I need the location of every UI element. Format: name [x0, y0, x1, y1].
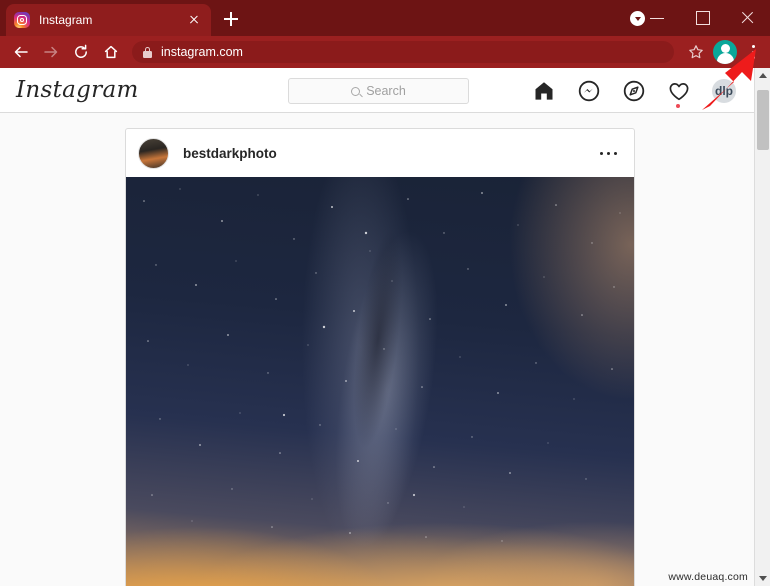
chrome-menu-icon[interactable] [740, 38, 766, 66]
scrollbar-thumb[interactable] [757, 90, 769, 150]
back-icon[interactable] [6, 37, 36, 67]
post-photo[interactable] [126, 177, 634, 586]
instagram-favicon-icon [14, 12, 30, 28]
activity-nav-icon[interactable] [667, 79, 691, 108]
new-tab-icon[interactable] [220, 8, 242, 30]
browser-toolbar: instagram.com [0, 36, 770, 68]
page-scrollbar[interactable] [754, 68, 770, 586]
address-bar[interactable]: instagram.com [132, 41, 674, 63]
home-nav-icon[interactable] [532, 79, 556, 103]
forward-icon[interactable] [36, 37, 66, 67]
search-icon [351, 86, 361, 96]
window-controls [635, 0, 770, 36]
instagram-logo[interactable]: Instagram [16, 77, 139, 103]
profile-nav-avatar[interactable]: dlp [712, 78, 736, 103]
explore-nav-icon[interactable] [622, 79, 646, 103]
starfield [143, 188, 621, 542]
watermark: www.deuaq.com [668, 571, 748, 583]
instagram-post: bestdarkphoto [125, 128, 635, 586]
close-tab-icon[interactable] [185, 11, 203, 29]
tab-strip: Instagram [0, 0, 770, 36]
instagram-nav: dlp [532, 68, 736, 113]
tabs-container: Instagram [0, 0, 600, 36]
close-window-icon[interactable] [725, 0, 770, 36]
minimize-window-icon[interactable] [635, 0, 680, 36]
scroll-up-arrow-icon[interactable] [755, 68, 770, 84]
scroll-down-arrow-icon[interactable] [755, 570, 770, 586]
post-username[interactable]: bestdarkphoto [183, 146, 277, 161]
post-more-options-icon[interactable] [596, 143, 622, 163]
lock-icon [142, 46, 152, 58]
post-author-avatar[interactable] [138, 137, 169, 169]
home-icon[interactable] [96, 37, 126, 67]
activity-notification-badge [676, 103, 680, 108]
messenger-nav-icon[interactable] [577, 79, 601, 103]
chrome-profile-avatar[interactable] [713, 40, 737, 64]
search-input[interactable]: Search [288, 78, 469, 104]
search-placeholder: Search [366, 84, 406, 98]
post-header: bestdarkphoto [126, 129, 634, 177]
browser-window: Instagram instagram.com Instagram Search… [0, 0, 770, 586]
bookmark-star-icon[interactable] [682, 38, 710, 66]
reload-icon[interactable] [66, 37, 96, 67]
instagram-header: Instagram Search dlp [0, 68, 754, 113]
maximize-window-icon[interactable] [680, 0, 725, 36]
tab-title: Instagram [39, 13, 93, 27]
profile-avatar-initials: dlp [715, 83, 733, 98]
browser-tab-instagram[interactable]: Instagram [6, 4, 211, 36]
page-viewport: Instagram Search dlp bestdarkphoto [0, 68, 770, 586]
address-bar-url: instagram.com [161, 45, 243, 59]
